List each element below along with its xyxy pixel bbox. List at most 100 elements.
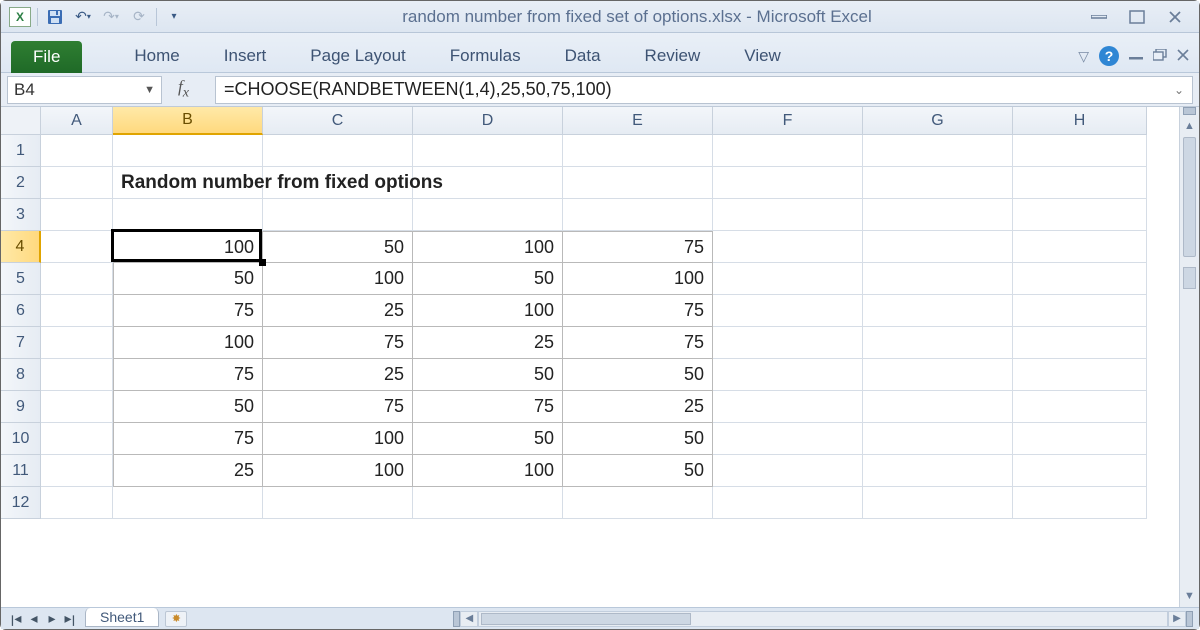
refresh-icon[interactable]: ⟳ — [128, 6, 150, 28]
cell[interactable] — [41, 391, 113, 423]
cell[interactable]: 75 — [563, 295, 713, 327]
cell[interactable] — [713, 263, 863, 295]
row-header[interactable]: 8 — [1, 359, 41, 391]
column-header[interactable]: D — [413, 107, 563, 135]
cell[interactable] — [1013, 423, 1147, 455]
cell[interactable] — [41, 199, 113, 231]
horizontal-scrollbar[interactable]: ◀ ▶ — [453, 611, 1193, 627]
cell[interactable] — [863, 167, 1013, 199]
cell[interactable]: 100 — [113, 231, 263, 263]
row-header[interactable]: 5 — [1, 263, 41, 295]
column-header[interactable]: G — [863, 107, 1013, 135]
sheet-nav-first-icon[interactable]: ꞁ◂ — [9, 610, 23, 627]
cell[interactable]: 50 — [413, 359, 563, 391]
horizontal-split-handle[interactable] — [1186, 611, 1193, 627]
cell[interactable]: 100 — [113, 327, 263, 359]
cell[interactable] — [713, 167, 863, 199]
cell[interactable] — [41, 263, 113, 295]
cell[interactable] — [263, 199, 413, 231]
scroll-right-icon[interactable]: ▶ — [1168, 611, 1186, 627]
cell[interactable]: 100 — [263, 423, 413, 455]
column-header[interactable]: C — [263, 107, 413, 135]
redo-icon[interactable]: ↷▾ — [100, 6, 122, 28]
cell[interactable] — [1013, 359, 1147, 391]
cell[interactable] — [863, 423, 1013, 455]
row-header[interactable]: 4 — [1, 231, 41, 263]
cell[interactable] — [1013, 455, 1147, 487]
sheet-nav-prev-icon[interactable]: ◂ — [27, 610, 41, 627]
help-icon[interactable]: ? — [1099, 46, 1119, 66]
row-header[interactable]: 3 — [1, 199, 41, 231]
cell[interactable] — [1013, 487, 1147, 519]
cell[interactable]: 75 — [413, 391, 563, 423]
sheet-nav-last-icon[interactable]: ▸ꞁ — [63, 610, 77, 627]
file-tab[interactable]: File — [11, 41, 82, 73]
cell[interactable]: 75 — [263, 391, 413, 423]
cell[interactable] — [41, 487, 113, 519]
select-all-corner[interactable] — [1, 107, 41, 135]
cell[interactable]: 100 — [413, 231, 563, 263]
row-header[interactable]: 9 — [1, 391, 41, 423]
cell[interactable] — [563, 167, 713, 199]
cell[interactable]: 75 — [563, 231, 713, 263]
cell[interactable] — [863, 327, 1013, 359]
cell[interactable] — [263, 135, 413, 167]
vertical-scrollbar[interactable]: ▲ ▼ — [1179, 107, 1199, 607]
tab-home[interactable]: Home — [112, 40, 201, 72]
cell[interactable]: 50 — [113, 263, 263, 295]
horizontal-scroll-thumb[interactable] — [481, 613, 691, 625]
tab-data[interactable]: Data — [543, 40, 623, 72]
sheet-nav-next-icon[interactable]: ▸ — [45, 610, 59, 627]
cell[interactable] — [863, 295, 1013, 327]
row-header[interactable]: 2 — [1, 167, 41, 199]
cell[interactable] — [413, 487, 563, 519]
cell[interactable] — [413, 199, 563, 231]
vertical-scroll-thumb[interactable] — [1183, 137, 1196, 257]
scroll-down-icon[interactable]: ▼ — [1180, 587, 1199, 605]
cell[interactable] — [1013, 167, 1147, 199]
cell[interactable]: 100 — [263, 455, 413, 487]
formula-input[interactable]: =CHOOSE(RANDBETWEEN(1,4),25,50,75,100) ⌄ — [215, 76, 1193, 104]
cell[interactable] — [41, 359, 113, 391]
workbook-minimize-icon[interactable] — [1129, 48, 1143, 64]
tab-view[interactable]: View — [722, 40, 803, 72]
cell[interactable] — [713, 135, 863, 167]
cell[interactable] — [1013, 263, 1147, 295]
cell[interactable] — [563, 199, 713, 231]
cell[interactable]: 50 — [563, 359, 713, 391]
cell[interactable]: 50 — [113, 391, 263, 423]
cell[interactable] — [863, 199, 1013, 231]
column-header[interactable]: E — [563, 107, 713, 135]
cell[interactable]: Random number from fixed options — [113, 167, 263, 199]
cell[interactable] — [41, 423, 113, 455]
close-button[interactable] — [1165, 9, 1185, 25]
row-header[interactable]: 11 — [1, 455, 41, 487]
cell[interactable]: 75 — [263, 327, 413, 359]
scroll-up-icon[interactable]: ▲ — [1180, 117, 1199, 135]
cell[interactable] — [713, 391, 863, 423]
cell[interactable]: 25 — [263, 359, 413, 391]
tab-split-handle[interactable] — [453, 611, 460, 627]
cell[interactable] — [41, 295, 113, 327]
cell[interactable] — [863, 263, 1013, 295]
cell[interactable] — [863, 455, 1013, 487]
scroll-left-icon[interactable]: ◀ — [460, 611, 478, 627]
cell[interactable]: 25 — [413, 327, 563, 359]
tab-insert[interactable]: Insert — [202, 40, 289, 72]
cell[interactable]: 75 — [563, 327, 713, 359]
row-header[interactable]: 10 — [1, 423, 41, 455]
cell[interactable] — [41, 455, 113, 487]
cell[interactable]: 25 — [263, 295, 413, 327]
cell[interactable]: 50 — [413, 423, 563, 455]
row-header[interactable]: 12 — [1, 487, 41, 519]
cell[interactable] — [863, 135, 1013, 167]
cell[interactable] — [1013, 295, 1147, 327]
cell[interactable] — [113, 199, 263, 231]
cell[interactable] — [113, 487, 263, 519]
cell[interactable]: 25 — [563, 391, 713, 423]
cell[interactable] — [863, 487, 1013, 519]
column-header[interactable]: H — [1013, 107, 1147, 135]
fill-handle[interactable] — [259, 259, 266, 266]
new-sheet-icon[interactable]: ✸ — [165, 611, 187, 627]
cell[interactable] — [1013, 199, 1147, 231]
